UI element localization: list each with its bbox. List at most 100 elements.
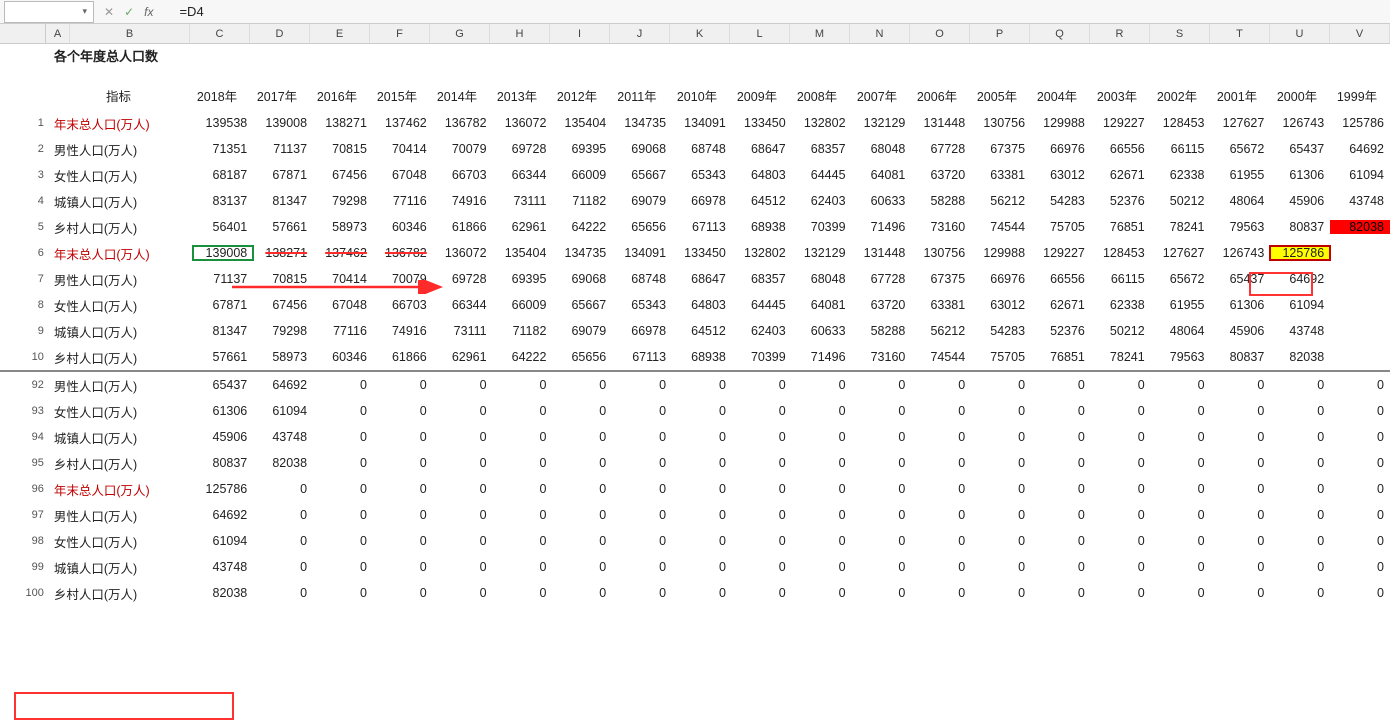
col-header-O[interactable]: O — [910, 24, 970, 43]
data-cell[interactable]: 0 — [1270, 404, 1330, 418]
data-cell[interactable]: 0 — [1151, 482, 1211, 496]
data-cell[interactable]: 79298 — [313, 194, 373, 208]
data-cell[interactable]: 136782 — [433, 116, 493, 130]
data-cell[interactable]: 127627 — [1151, 246, 1211, 260]
data-cell[interactable]: 0 — [1270, 456, 1330, 470]
data-cell[interactable]: 0 — [971, 560, 1031, 574]
data-cell[interactable]: 80837 — [193, 456, 253, 470]
data-cell[interactable]: 138271 — [313, 116, 373, 130]
confirm-icon[interactable]: ✓ — [124, 5, 134, 19]
data-cell[interactable]: 78241 — [1091, 350, 1151, 364]
data-cell[interactable]: 0 — [433, 430, 493, 444]
data-cell[interactable]: 73111 — [493, 194, 553, 208]
data-cell[interactable]: 66978 — [612, 324, 672, 338]
data-cell[interactable]: 0 — [373, 456, 433, 470]
data-cell[interactable]: 68938 — [732, 220, 792, 234]
data-cell[interactable]: 0 — [732, 560, 792, 574]
data-cell[interactable]: 57661 — [253, 220, 313, 234]
data-cell[interactable]: 66556 — [1031, 272, 1091, 286]
data-cell[interactable]: 63012 — [971, 298, 1031, 312]
data-cell[interactable]: 66115 — [1091, 272, 1151, 286]
data-cell[interactable]: 73111 — [433, 324, 493, 338]
data-cell[interactable]: 62338 — [1091, 298, 1151, 312]
data-cell[interactable]: 61866 — [433, 220, 493, 234]
col-header-T[interactable]: T — [1210, 24, 1270, 43]
data-cell[interactable]: 0 — [1211, 508, 1271, 522]
data-cell[interactable]: 68357 — [792, 142, 852, 156]
data-cell[interactable]: 0 — [792, 534, 852, 548]
data-cell[interactable]: 0 — [433, 404, 493, 418]
data-cell[interactable]: 0 — [1031, 430, 1091, 444]
data-cell[interactable]: 75705 — [971, 350, 1031, 364]
data-cell[interactable]: 0 — [313, 456, 373, 470]
data-cell[interactable]: 64222 — [493, 350, 553, 364]
data-cell[interactable]: 61094 — [1270, 298, 1330, 312]
data-cell[interactable]: 0 — [792, 586, 852, 600]
data-cell[interactable]: 43748 — [193, 560, 253, 574]
data-cell[interactable]: 0 — [1330, 404, 1390, 418]
data-cell[interactable]: 78241 — [1151, 220, 1211, 234]
col-header-E[interactable]: E — [310, 24, 370, 43]
cancel-icon[interactable]: ✕ — [104, 5, 114, 19]
data-cell[interactable]: 0 — [1031, 456, 1091, 470]
data-cell[interactable]: 64081 — [852, 168, 912, 182]
data-cell[interactable]: 69079 — [612, 194, 672, 208]
data-cell[interactable]: 0 — [552, 534, 612, 548]
data-cell[interactable]: 0 — [911, 404, 971, 418]
data-cell[interactable]: 79298 — [253, 324, 313, 338]
data-cell[interactable]: 0 — [971, 586, 1031, 600]
data-cell[interactable]: 61866 — [373, 350, 433, 364]
data-cell[interactable]: 0 — [1270, 534, 1330, 548]
data-cell[interactable]: 50212 — [1151, 194, 1211, 208]
data-cell[interactable]: 71351 — [193, 142, 253, 156]
data-cell[interactable]: 0 — [1091, 482, 1151, 496]
data-cell[interactable]: 74544 — [971, 220, 1031, 234]
data-cell[interactable]: 73160 — [852, 350, 912, 364]
data-cell[interactable]: 54283 — [971, 324, 1031, 338]
data-cell[interactable]: 65656 — [612, 220, 672, 234]
data-cell[interactable]: 69068 — [612, 142, 672, 156]
data-cell[interactable]: 0 — [732, 378, 792, 392]
data-cell[interactable]: 0 — [552, 456, 612, 470]
data-cell[interactable]: 65672 — [1151, 272, 1211, 286]
data-cell[interactable]: 0 — [911, 508, 971, 522]
col-header-C[interactable]: C — [190, 24, 250, 43]
data-cell[interactable]: 58288 — [852, 324, 912, 338]
formula-input[interactable]: =D4 — [171, 4, 1390, 19]
data-cell[interactable]: 0 — [1211, 560, 1271, 574]
data-cell[interactable]: 0 — [552, 586, 612, 600]
data-cell[interactable]: 0 — [1211, 378, 1271, 392]
data-cell[interactable]: 0 — [1151, 378, 1211, 392]
row-number[interactable]: 95 — [0, 457, 50, 469]
data-cell[interactable]: 52376 — [1091, 194, 1151, 208]
data-cell[interactable]: 131448 — [852, 246, 912, 260]
data-cell[interactable]: 64803 — [672, 298, 732, 312]
data-cell[interactable]: 0 — [253, 560, 313, 574]
data-cell[interactable]: 75705 — [1031, 220, 1091, 234]
data-cell[interactable]: 0 — [493, 534, 553, 548]
data-cell[interactable]: 67456 — [253, 298, 313, 312]
data-cell[interactable]: 67113 — [612, 350, 672, 364]
data-cell[interactable]: 135404 — [493, 246, 553, 260]
data-cell[interactable]: 0 — [971, 404, 1031, 418]
data-cell[interactable]: 52376 — [1031, 324, 1091, 338]
col-header-L[interactable]: L — [730, 24, 790, 43]
data-cell[interactable]: 0 — [552, 378, 612, 392]
row-number[interactable]: 5 — [0, 221, 50, 233]
data-cell[interactable]: 64692 — [1330, 142, 1390, 156]
col-header-B[interactable]: B — [70, 24, 190, 43]
data-cell[interactable]: 0 — [1270, 508, 1330, 522]
data-cell[interactable]: 0 — [1031, 378, 1091, 392]
data-cell[interactable]: 0 — [253, 586, 313, 600]
data-cell[interactable]: 70815 — [313, 142, 373, 156]
data-cell[interactable]: 0 — [1151, 534, 1211, 548]
data-cell[interactable]: 132129 — [792, 246, 852, 260]
data-cell[interactable]: 66556 — [1091, 142, 1151, 156]
data-cell[interactable]: 58973 — [313, 220, 373, 234]
data-cell[interactable]: 139008 — [253, 116, 313, 130]
row-number[interactable]: 4 — [0, 195, 50, 207]
data-cell[interactable]: 0 — [493, 586, 553, 600]
data-cell[interactable]: 64512 — [732, 194, 792, 208]
data-cell[interactable]: 0 — [1031, 560, 1091, 574]
data-cell[interactable]: 62403 — [732, 324, 792, 338]
